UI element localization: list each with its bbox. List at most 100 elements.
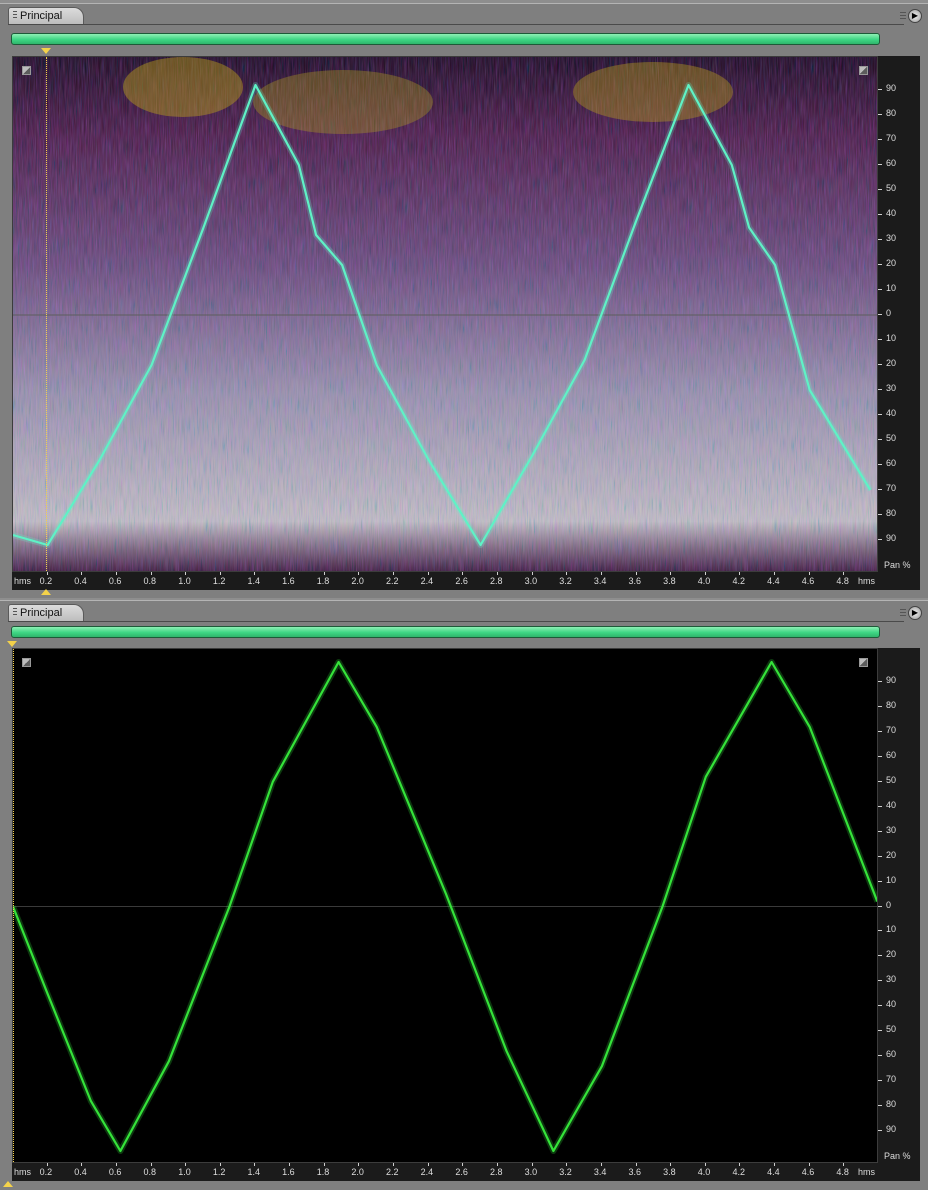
playhead-line[interactable] — [46, 57, 47, 571]
tab-divider — [8, 621, 904, 622]
y-tick-mark — [878, 1105, 882, 1107]
x-tick-label: 4.8 — [836, 576, 849, 586]
x-tick-mark — [496, 572, 498, 575]
grip-icon — [13, 11, 17, 20]
x-tick-mark — [600, 572, 602, 575]
playhead-line[interactable] — [13, 649, 14, 1162]
x-tick-label: 1.0 — [178, 576, 191, 586]
x-tick-mark — [635, 1163, 637, 1166]
x-tick-mark — [808, 1163, 810, 1166]
x-tick-label: 2.6 — [455, 576, 468, 586]
x-tick-label: 2.8 — [489, 1167, 503, 1177]
y-tick-mark — [878, 905, 882, 907]
y-tick-mark — [878, 514, 882, 515]
x-tick-label: 1.4 — [247, 576, 260, 586]
y-tick-mark — [878, 389, 882, 390]
x-tick-mark — [496, 1163, 498, 1166]
horizontal-zoom-scrollbar[interactable] — [11, 33, 880, 45]
panel-spectral-pan: Principal ▶ 90 80 70 60 50 40 30 20 10 0… — [0, 3, 928, 598]
grip-icon — [13, 608, 17, 617]
y-tick-label: 0 — [886, 899, 892, 910]
x-tick-label: 1.2 — [212, 1167, 226, 1177]
y-tick-mark — [878, 830, 882, 832]
x-tick-mark — [462, 1163, 464, 1166]
x-tick-mark — [670, 1163, 672, 1166]
x-tick-label: 3.0 — [524, 1167, 538, 1177]
x-tick-label: 3.8 — [663, 1167, 676, 1177]
y-axis-pan[interactable]: 90 80 70 60 50 40 30 20 10 0 10 20 30 40 50 60 70 80 90 Pan… — [878, 56, 920, 572]
y-tick-mark — [878, 880, 882, 882]
y-tick-label: 80 — [886, 108, 897, 118]
x-tick-label: 0.8 — [143, 1167, 157, 1177]
x-tick-label: 2.0 — [351, 576, 364, 586]
playhead-bottom-marker[interactable] — [41, 589, 51, 595]
y-tick-mark — [878, 489, 882, 490]
y-tick-mark — [878, 214, 882, 215]
x-axis-label: hms — [14, 1167, 32, 1177]
x-tick-mark — [774, 1163, 776, 1166]
x-tick-label: 2.4 — [420, 576, 434, 586]
y-tick-label: 50 — [886, 774, 897, 785]
y-tick-mark — [878, 539, 882, 540]
y-tick-label: 40 — [886, 799, 897, 810]
y-tick-label: 40 — [886, 999, 897, 1010]
x-tick-mark — [115, 1163, 117, 1166]
x-tick-mark — [323, 572, 325, 575]
x-tick-mark — [427, 572, 429, 575]
x-tick-mark — [81, 572, 83, 575]
grip-icon — [900, 12, 906, 20]
spectral-highlight — [123, 57, 243, 117]
spectral-highlight — [573, 62, 733, 122]
y-axis-pan[interactable]: 90 80 70 60 50 40 30 20 10 0 10 20 30 40 50 60 70 80 90 Pan… — [878, 648, 920, 1163]
x-axis-time[interactable]: hms 0.2 0.4 0.6 0.8 1.0 1.2 1.4 1.6 1.8 2.0 2.2 2.4 2… — [12, 1163, 920, 1181]
y-tick-mark — [878, 805, 882, 807]
y-axis-label: Pan % — [884, 560, 911, 570]
y-tick-label: 60 — [886, 458, 897, 468]
panel-tab-label: Principal — [20, 10, 63, 22]
x-tick-mark — [704, 572, 706, 575]
playhead-top-marker[interactable] — [7, 641, 17, 647]
x-axis-time[interactable]: hms 0.2 0.4 0.6 0.8 1.0 1.2 1.4 1.6 1.8 2.0 2.2 2.4 2… — [12, 572, 920, 590]
y-tick-label: 50 — [886, 183, 897, 193]
x-tick-label: 4.4 — [767, 576, 780, 586]
x-tick-label: 4.6 — [801, 576, 815, 586]
y-tick-mark — [878, 414, 882, 415]
y-tick-mark — [878, 239, 882, 240]
zoom-corner-icon[interactable] — [859, 658, 868, 667]
horizontal-zoom-scrollbar[interactable] — [11, 626, 880, 638]
x-tick-mark — [358, 572, 360, 575]
y-tick-mark — [878, 339, 882, 340]
zoom-corner-icon[interactable] — [22, 66, 31, 75]
panel-menu-button[interactable]: ▶ — [908, 606, 922, 620]
panel-tab[interactable]: Principal — [8, 604, 84, 621]
y-tick-label: 40 — [886, 208, 897, 218]
pan-display[interactable] — [12, 648, 878, 1163]
playhead-bottom-marker[interactable] — [3, 1181, 13, 1187]
x-tick-mark — [462, 572, 464, 575]
x-tick-mark — [289, 1163, 291, 1166]
playhead-top-marker[interactable] — [41, 48, 51, 54]
y-tick-label: 70 — [886, 724, 897, 735]
x-tick-label: 1.0 — [178, 1167, 191, 1177]
panel-tab[interactable]: Principal — [8, 7, 84, 24]
y-tick-mark — [878, 89, 882, 90]
y-tick-label: 60 — [886, 158, 897, 168]
x-tick-label: 2.8 — [489, 576, 503, 586]
spectral-pan-display[interactable] — [12, 56, 878, 572]
zoom-corner-icon[interactable] — [22, 658, 31, 667]
x-tick-mark — [219, 572, 221, 575]
x-tick-label: 3.8 — [663, 576, 676, 586]
y-tick-mark — [878, 464, 882, 465]
x-axis-label: hms — [14, 576, 32, 586]
x-tick-mark — [254, 1163, 256, 1166]
x-axis-label: hms — [858, 1167, 876, 1177]
x-tick-mark — [531, 572, 533, 575]
zoom-corner-icon[interactable] — [859, 66, 868, 75]
x-tick-mark — [185, 1163, 187, 1166]
x-tick-label: 0.2 — [39, 576, 53, 586]
x-tick-label: 4.6 — [801, 1167, 815, 1177]
y-tick-label: 10 — [886, 924, 897, 935]
panel-menu-button[interactable]: ▶ — [908, 9, 922, 23]
y-tick-label: 50 — [886, 433, 897, 443]
x-tick-mark — [704, 1163, 706, 1166]
